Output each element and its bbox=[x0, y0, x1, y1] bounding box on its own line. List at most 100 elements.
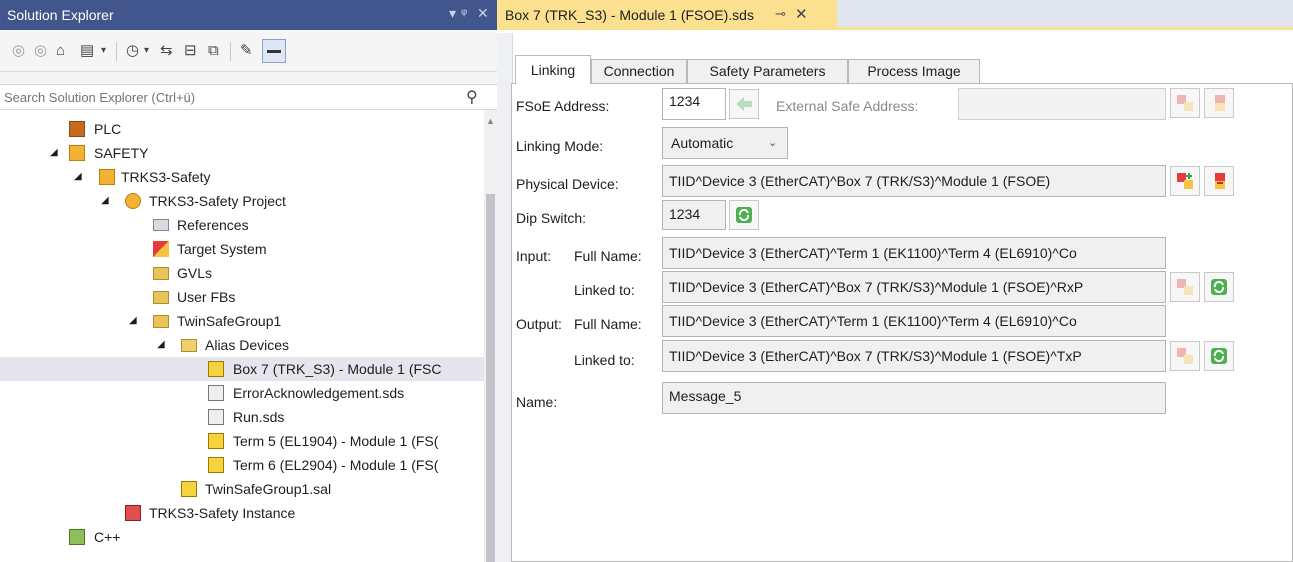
chevron-down-icon[interactable]: ⌄ bbox=[768, 136, 777, 149]
input-linked-to-field: TIID^Device 3 (EtherCAT)^Box 7 (TRK/S3)^… bbox=[662, 271, 1166, 303]
tree-node-twinsafegroup1-sal[interactable]: TwinSafeGroup1.sal bbox=[0, 477, 484, 501]
apply-address-button[interactable] bbox=[729, 89, 759, 119]
document-tab[interactable]: Box 7 (TRK_S3) - Module 1 (FSOE).sds ⊸ ✕ bbox=[497, 0, 837, 30]
search-input[interactable] bbox=[4, 88, 424, 106]
solution-tree: PLC ◢ SAFETY ◢ TRKS3-Safety ◢ TRKS3-Safe… bbox=[0, 110, 484, 562]
input-full-name-field: TIID^Device 3 (EtherCAT)^Term 1 (EK1100)… bbox=[662, 237, 1166, 269]
tree-node-run-sds[interactable]: Run.sds bbox=[0, 405, 484, 429]
unlink-device-icon bbox=[1215, 95, 1225, 111]
tree-node-safety[interactable]: ◢ SAFETY bbox=[0, 141, 484, 165]
switch-views-dropdown-icon[interactable]: ▾ bbox=[101, 41, 106, 61]
linking-tab-page: FSoE Address: 1234 External Safe Address… bbox=[511, 83, 1293, 562]
preview-toggle-button[interactable] bbox=[262, 39, 286, 63]
scrollbar-thumb[interactable] bbox=[486, 194, 495, 562]
back-icon[interactable]: ◎ bbox=[12, 41, 25, 61]
refresh-dip-switch-button[interactable] bbox=[729, 200, 759, 230]
refresh-input-button[interactable] bbox=[1204, 272, 1234, 302]
link-output-button[interactable] bbox=[1170, 341, 1200, 371]
pending-changes-icon[interactable]: ◷ bbox=[126, 41, 139, 61]
input-full-name-label: Full Name: bbox=[574, 248, 642, 264]
tab-safety-parameters[interactable]: Safety Parameters bbox=[687, 59, 848, 83]
tree-node-label: TRKS3-Safety bbox=[121, 169, 211, 185]
external-safe-address-field[interactable] bbox=[958, 88, 1166, 120]
tree-node-label: C++ bbox=[94, 529, 121, 545]
tree-node-term5[interactable]: Term 5 (EL1904) - Module 1 (FS( bbox=[0, 429, 484, 453]
expand-arrow-icon[interactable]: ◢ bbox=[129, 309, 137, 333]
refresh-output-button[interactable] bbox=[1204, 341, 1234, 371]
sync-icon[interactable]: ⇆ bbox=[160, 41, 173, 61]
pending-changes-dropdown-icon[interactable]: ▾ bbox=[144, 41, 149, 61]
tree-node-label: PLC bbox=[94, 121, 122, 137]
safety-project-icon bbox=[125, 193, 141, 209]
refresh-icon bbox=[736, 207, 752, 223]
external-safe-address-label: External Safe Address: bbox=[776, 98, 919, 114]
tree-node-gvls[interactable]: GVLs bbox=[0, 261, 484, 285]
output-linked-to-field: TIID^Device 3 (EtherCAT)^Box 7 (TRK/S3)^… bbox=[662, 340, 1166, 372]
instance-icon bbox=[125, 505, 141, 521]
tree-node-safety-instance[interactable]: TRKS3-Safety Instance bbox=[0, 501, 484, 525]
tab-linking[interactable]: Linking bbox=[515, 55, 591, 84]
tree-node-target-system[interactable]: Target System bbox=[0, 237, 484, 261]
tab-process-image[interactable]: Process Image bbox=[848, 59, 980, 83]
folder-icon bbox=[153, 291, 169, 304]
tree-node-user-fbs[interactable]: User FBs bbox=[0, 285, 484, 309]
tree-node-alias-devices[interactable]: ◢ Alias Devices bbox=[0, 333, 484, 357]
input-label: Input: bbox=[516, 248, 552, 264]
scroll-up-icon[interactable]: ▲ bbox=[486, 116, 495, 126]
expand-arrow-icon[interactable]: ◢ bbox=[101, 189, 109, 213]
dropdown-arrow-icon[interactable]: ▾ bbox=[449, 5, 456, 22]
forward-icon[interactable]: ◎ bbox=[34, 41, 47, 61]
solution-explorer-title-bar: Solution Explorer ▾ ᵠ ✕ bbox=[0, 0, 497, 30]
arrow-left-icon bbox=[736, 97, 752, 111]
tree-scrollbar[interactable]: ▲ bbox=[484, 110, 497, 562]
pin-icon[interactable]: ᵠ bbox=[461, 5, 467, 21]
home-icon[interactable]: ⌂ bbox=[56, 41, 65, 61]
link-physical-device-button[interactable] bbox=[1170, 166, 1200, 196]
expand-arrow-icon[interactable]: ◢ bbox=[74, 165, 82, 189]
link-device-icon bbox=[1177, 279, 1193, 295]
show-all-files-icon[interactable]: ⧉ bbox=[208, 41, 219, 61]
search-box[interactable]: ⚲ bbox=[0, 84, 497, 110]
tree-node-trks3-safety[interactable]: ◢ TRKS3-Safety bbox=[0, 165, 484, 189]
search-icon[interactable]: ⚲ bbox=[466, 87, 478, 107]
close-tab-icon[interactable]: ✕ bbox=[795, 5, 808, 23]
link-input-button[interactable] bbox=[1170, 272, 1200, 302]
collapse-all-icon[interactable]: ⊟ bbox=[184, 41, 197, 61]
tree-node-label: Alias Devices bbox=[205, 337, 290, 353]
tree-node-term6[interactable]: Term 6 (EL2904) - Module 1 (FS( bbox=[0, 453, 484, 477]
tree-node-label: Box 7 (TRK_S3) - Module 1 (FSC bbox=[233, 361, 442, 377]
target-system-icon bbox=[153, 241, 169, 257]
tree-node-label: ErrorAcknowledgement.sds bbox=[233, 385, 405, 401]
sds-icon bbox=[208, 409, 224, 425]
switch-views-icon[interactable]: ▤ bbox=[80, 41, 94, 61]
physical-device-label: Physical Device: bbox=[516, 176, 619, 192]
terminal-input-icon bbox=[208, 433, 224, 449]
expand-arrow-icon[interactable]: ◢ bbox=[157, 333, 165, 357]
properties-wrench-icon[interactable]: ✎ bbox=[240, 41, 253, 61]
tree-node-trks3-safety-project[interactable]: ◢ TRKS3-Safety Project bbox=[0, 189, 484, 213]
expand-arrow-icon[interactable]: ◢ bbox=[50, 141, 58, 165]
alias-device-editor: Linking Connection Safety Parameters Pro… bbox=[511, 55, 1293, 562]
tree-node-error-acknowledgement[interactable]: ErrorAcknowledgement.sds bbox=[0, 381, 484, 405]
unlink-external-button[interactable] bbox=[1204, 88, 1234, 118]
fsoe-address-field[interactable]: 1234 bbox=[662, 88, 726, 120]
link-device-icon bbox=[1177, 95, 1193, 111]
tree-node-label: Term 5 (EL1904) - Module 1 (FS( bbox=[233, 433, 439, 449]
tree-node-cpp[interactable]: C++ bbox=[0, 525, 484, 549]
safety-icon bbox=[99, 169, 115, 185]
folder-icon bbox=[153, 267, 169, 280]
tree-node-box7-module1[interactable]: Box 7 (TRK_S3) - Module 1 (FSC bbox=[0, 357, 484, 381]
solution-explorer-title: Solution Explorer bbox=[7, 7, 114, 23]
unlink-physical-device-button[interactable] bbox=[1204, 166, 1234, 196]
tree-node-references[interactable]: References bbox=[0, 213, 484, 237]
references-icon bbox=[153, 219, 169, 231]
link-external-button[interactable] bbox=[1170, 88, 1200, 118]
physical-device-field[interactable]: TIID^Device 3 (EtherCAT)^Box 7 (TRK/S3)^… bbox=[662, 165, 1166, 197]
tree-node-plc[interactable]: PLC bbox=[0, 117, 484, 141]
pin-tab-icon[interactable]: ⊸ bbox=[775, 6, 786, 22]
tree-node-twinsafegroup1[interactable]: ◢ TwinSafeGroup1 bbox=[0, 309, 484, 333]
dip-switch-field: 1234 bbox=[662, 200, 726, 230]
close-icon[interactable]: ✕ bbox=[477, 5, 489, 22]
tab-connection[interactable]: Connection bbox=[591, 59, 687, 83]
name-field[interactable]: Message_5 bbox=[662, 382, 1166, 414]
